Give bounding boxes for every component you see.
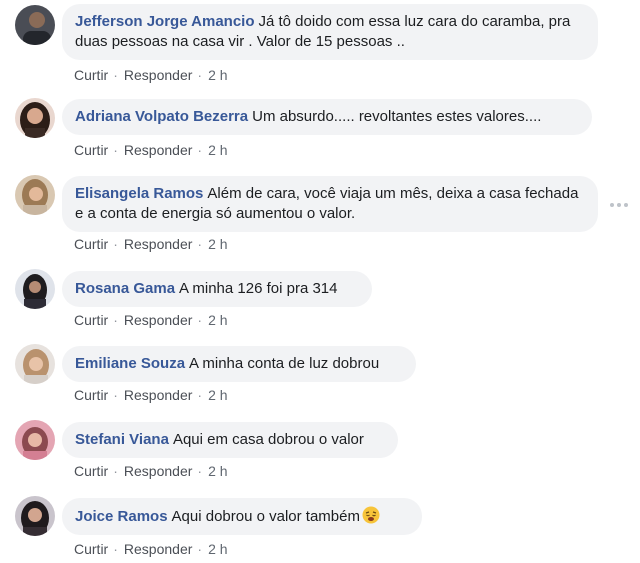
like-link[interactable]: Curtir (74, 67, 108, 83)
comment-actions: Curtir · Responder · 2 h (74, 540, 228, 558)
comment-author[interactable]: Jefferson Jorge Amancio (75, 13, 255, 30)
separator: · (197, 387, 203, 403)
comment-text: Aqui dobrou o valor também (171, 508, 360, 525)
comment-timestamp[interactable]: 2 h (208, 463, 227, 479)
separator: · (197, 541, 203, 557)
comment-bubble: Rosana Gama A minha 126 foi pra 314 (62, 271, 372, 307)
like-link[interactable]: Curtir (74, 463, 108, 479)
avatar[interactable] (15, 98, 55, 138)
comment-author[interactable]: Emiliane Souza (75, 355, 185, 372)
like-link[interactable]: Curtir (74, 236, 108, 252)
comment-actions: Curtir · Responder · 2 h (74, 141, 228, 159)
comment-text: A minha 126 foi pra 314 (179, 280, 338, 297)
separator: · (113, 312, 118, 328)
comment-bubble: Elisangela Ramos Além de cara, você viaja… (62, 176, 598, 232)
comment-bubble: Jefferson Jorge Amancio Já tô doido com e… (62, 4, 598, 60)
reply-link[interactable]: Responder (124, 387, 193, 403)
reply-link[interactable]: Responder (124, 312, 193, 328)
avatar[interactable] (15, 269, 55, 309)
comment-actions: Curtir · Responder · 2 h (74, 462, 228, 480)
separator: · (197, 67, 203, 83)
separator: · (197, 312, 203, 328)
separator: · (113, 236, 118, 252)
comment-author[interactable]: Rosana Gama (75, 280, 175, 297)
comment-bubble: Stefani Viana Aqui em casa dobrou o valor (62, 422, 398, 458)
separator: · (113, 463, 118, 479)
comment-timestamp[interactable]: 2 h (208, 142, 227, 158)
comment-timestamp[interactable]: 2 h (208, 67, 227, 83)
weary-face-emoji (362, 506, 380, 524)
comment-actions: Curtir · Responder · 2 h (74, 66, 228, 84)
comment-bubble: Joice Ramos Aqui dobrou o valor também (62, 498, 422, 535)
comment-author[interactable]: Joice Ramos (75, 508, 168, 525)
comment-timestamp[interactable]: 2 h (208, 387, 227, 403)
reply-link[interactable]: Responder (124, 67, 193, 83)
comment-actions: Curtir · Responder · 2 h (74, 386, 228, 404)
reply-link[interactable]: Responder (124, 463, 193, 479)
avatar[interactable] (15, 496, 55, 536)
avatar[interactable] (15, 5, 55, 45)
separator: · (113, 142, 118, 158)
separator: · (113, 541, 118, 557)
comment-bubble: Adriana Volpato Bezerra Um absurdo..... r… (62, 99, 592, 135)
comment-author[interactable]: Adriana Volpato Bezerra (75, 108, 248, 125)
like-link[interactable]: Curtir (74, 312, 108, 328)
separator: · (197, 236, 203, 252)
comment-bubble: Emiliane Souza A minha conta de luz dobro… (62, 346, 416, 382)
comment-author[interactable]: Stefani Viana (75, 431, 169, 448)
like-link[interactable]: Curtir (74, 387, 108, 403)
reply-link[interactable]: Responder (124, 541, 193, 557)
more-options-icon[interactable] (610, 202, 628, 208)
separator: · (113, 67, 118, 83)
reply-link[interactable]: Responder (124, 236, 193, 252)
comment-timestamp[interactable]: 2 h (208, 312, 227, 328)
like-link[interactable]: Curtir (74, 541, 108, 557)
like-link[interactable]: Curtir (74, 142, 108, 158)
comment-text: Um absurdo..... revoltantes estes valore… (252, 108, 542, 125)
reply-link[interactable]: Responder (124, 142, 193, 158)
comment-author[interactable]: Elisangela Ramos (75, 185, 203, 202)
separator: · (197, 142, 203, 158)
comment-actions: Curtir · Responder · 2 h (74, 311, 228, 329)
comment-timestamp[interactable]: 2 h (208, 541, 227, 557)
avatar[interactable] (15, 420, 55, 460)
comment-timestamp[interactable]: 2 h (208, 236, 227, 252)
comment-text: A minha conta de luz dobrou (189, 355, 380, 372)
avatar[interactable] (15, 344, 55, 384)
separator: · (113, 387, 118, 403)
comment-text: Aqui em casa dobrou o valor (172, 431, 364, 448)
separator: · (197, 463, 203, 479)
avatar[interactable] (15, 175, 55, 215)
comment-actions: Curtir · Responder · 2 h (74, 235, 228, 253)
